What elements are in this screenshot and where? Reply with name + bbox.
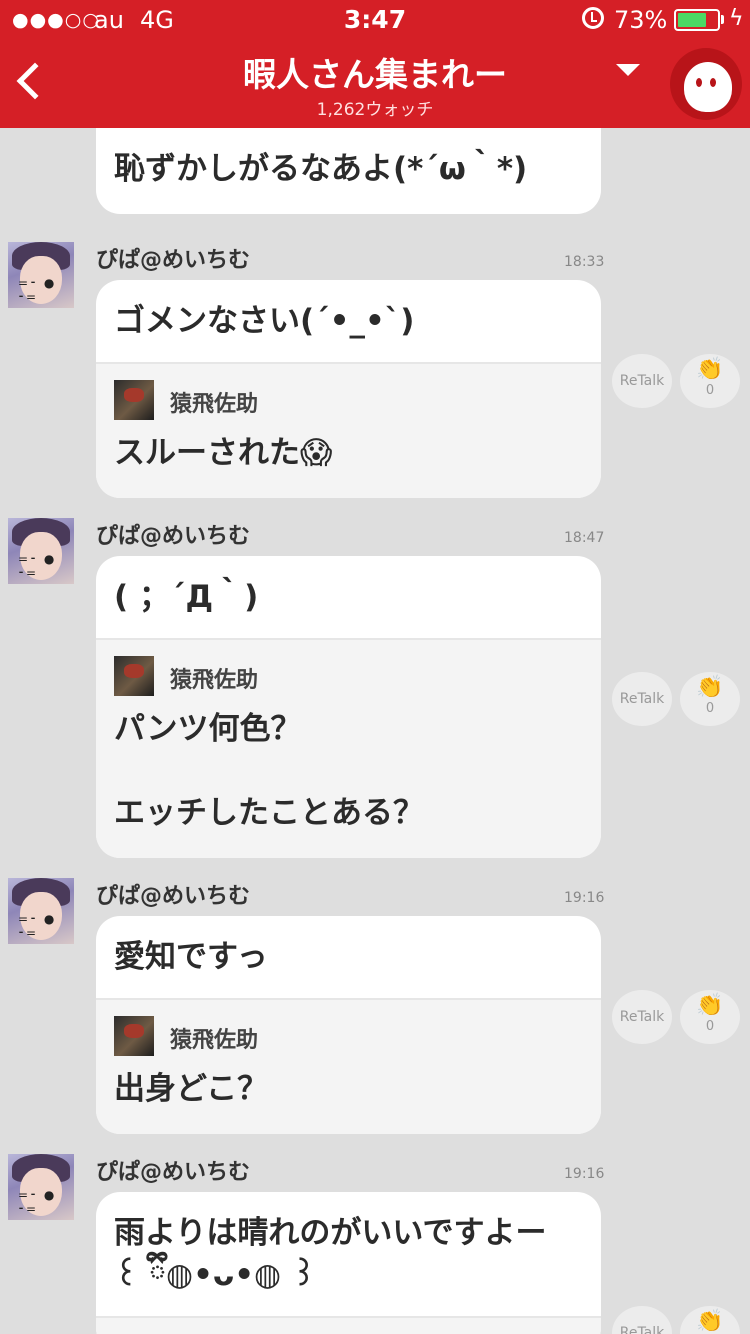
timestamp: 18:33	[564, 254, 605, 270]
clap-button[interactable]: 👏 0	[680, 990, 740, 1044]
quoted-reply[interactable]: 猿飛佐助 出身どこ？	[96, 998, 601, 1134]
reply-avatar[interactable]	[114, 1016, 154, 1056]
timestamp: 19:16	[564, 890, 605, 906]
message-bubble[interactable]: 恥ずかしがるなあよ(*´ω｀*)	[96, 128, 601, 214]
message-text: 雨よりは晴れのがいいですよー ꒰ ྀི◍•ᴗ•◍ ꒱	[114, 1215, 547, 1293]
reply-sender-name: 猿飛佐助	[170, 668, 259, 693]
retalk-button[interactable]: ReTalk	[612, 672, 672, 726]
watch-count: 1,262ウォッチ	[316, 100, 434, 120]
sender-name[interactable]: ぴぱ@めいちむ	[96, 242, 250, 274]
reply-avatar[interactable]	[114, 656, 154, 696]
reply-sender-name: 猿飛佐助	[170, 392, 259, 417]
ghost-icon	[684, 62, 732, 112]
clap-icon: 👏	[696, 1309, 724, 1334]
message-text: 恥ずかしがるなあよ(*´ω｀*)	[114, 151, 528, 187]
sender-name[interactable]: ぴぱ@めいちむ	[96, 1154, 250, 1186]
avatar[interactable]: =⁃ ● ⁃=	[8, 242, 74, 308]
clap-count: 0	[705, 1019, 715, 1034]
reply-text: スルーされた😱	[114, 435, 333, 471]
timestamp: 19:16	[564, 1166, 605, 1182]
message-bubble[interactable]: ( ；´Д｀) 猿飛佐助 パンツ何色？ エッチしたことある？	[96, 556, 601, 858]
reply-text: 出身どこ？	[114, 1071, 269, 1107]
avatar[interactable]: =⁃ ● ⁃=	[8, 878, 74, 944]
clap-icon: 👏	[696, 675, 724, 700]
message-bubble[interactable]: 雨よりは晴れのがいいですよー ꒰ ྀི◍•ᴗ•◍ ꒱	[96, 1192, 601, 1334]
app-header: ●●●○○ au 4G 3:47 73% ϟ 暇人さん集まれー 1,262ウォッ…	[0, 0, 750, 128]
reply-avatar[interactable]	[114, 380, 154, 420]
status-bar: ●●●○○ au 4G 3:47 73% ϟ	[0, 0, 750, 40]
quoted-reply[interactable]	[96, 1316, 601, 1334]
clap-count: 0	[705, 383, 715, 398]
clap-button[interactable]: 👏	[680, 1306, 740, 1334]
timestamp: 18:47	[564, 530, 605, 546]
quoted-reply[interactable]: 猿飛佐助 パンツ何色？ エッチしたことある？	[96, 638, 601, 858]
message-bubble[interactable]: ゴメンなさい(´•_•`) 猿飛佐助 スルーされた😱	[96, 280, 601, 498]
reply-text: パンツ何色？ エッチしたことある？	[114, 711, 424, 831]
mascot-avatar-button[interactable]	[670, 48, 742, 120]
retalk-button[interactable]: ReTalk	[612, 1306, 672, 1334]
battery-fill	[678, 13, 706, 27]
clap-icon: 👏	[696, 357, 724, 382]
avatar[interactable]: =⁃ ● ⁃=	[8, 518, 74, 584]
alarm-icon	[582, 7, 604, 29]
avatar[interactable]: =⁃ ● ⁃=	[8, 1154, 74, 1220]
sender-name[interactable]: ぴぱ@めいちむ	[96, 518, 250, 550]
clap-button[interactable]: 👏 0	[680, 672, 740, 726]
battery-icon	[674, 9, 720, 31]
quoted-reply[interactable]: 猿飛佐助 スルーされた😱	[96, 362, 601, 498]
message-text: ( ；´Д｀)	[114, 579, 259, 615]
clap-button[interactable]: 👏 0	[680, 354, 740, 408]
retalk-button[interactable]: ReTalk	[612, 354, 672, 408]
message-feed[interactable]: 恥ずかしがるなあよ(*´ω｀*) =⁃ ● ⁃= ぴぱ@めいちむ 18:33 ゴ…	[0, 128, 750, 1334]
sender-name[interactable]: ぴぱ@めいちむ	[96, 878, 250, 910]
message-text: 愛知ですっ	[114, 939, 268, 975]
message-text: ゴメンなさい(´•_•`)	[114, 303, 415, 339]
message-bubble[interactable]: 愛知ですっ 猿飛佐助 出身どこ？	[96, 916, 601, 1134]
clap-icon: 👏	[696, 993, 724, 1018]
reply-sender-name: 猿飛佐助	[170, 1028, 259, 1053]
battery-percent: 73%	[614, 6, 668, 34]
battery-tip	[721, 15, 724, 24]
dropdown-arrow-icon[interactable]	[616, 64, 640, 76]
retalk-button[interactable]: ReTalk	[612, 990, 672, 1044]
charging-icon: ϟ	[729, 6, 744, 31]
clap-count: 0	[705, 701, 715, 716]
